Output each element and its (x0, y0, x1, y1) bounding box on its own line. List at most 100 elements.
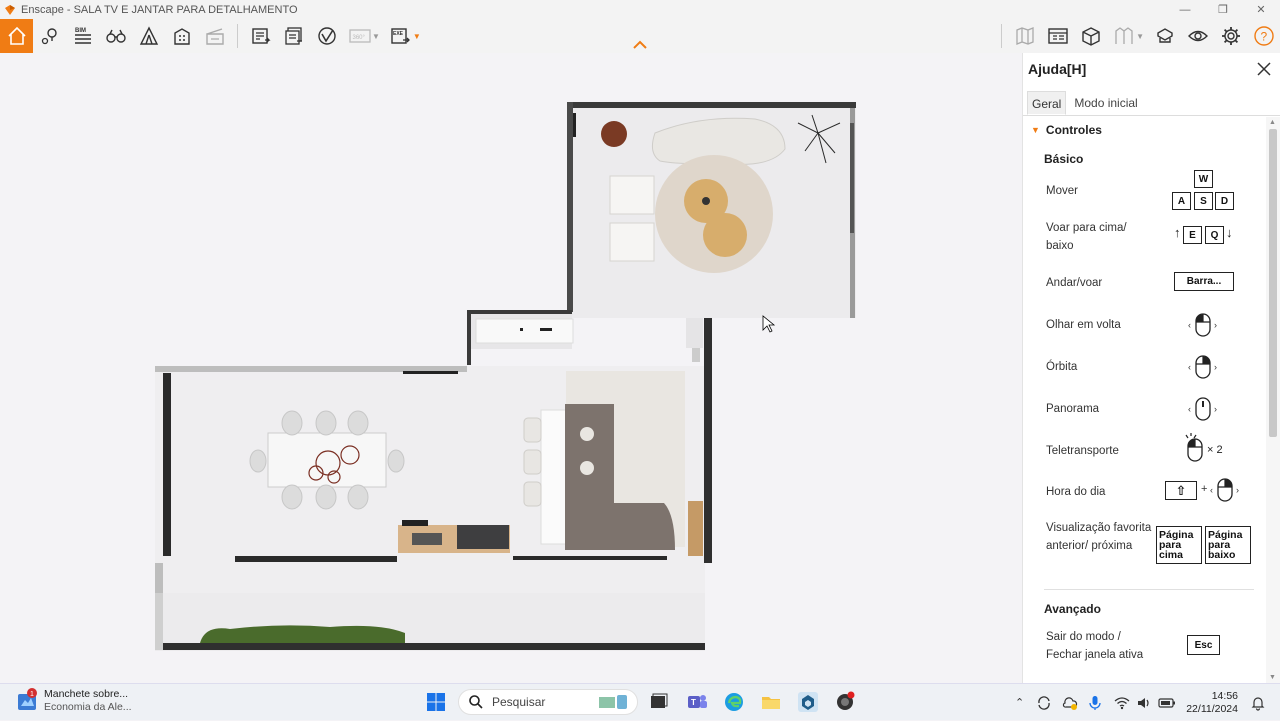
key-esc: Esc (1187, 635, 1220, 655)
news-widget[interactable]: 1 Manchete sobre... Economia da Ale... (16, 688, 132, 714)
taskbar-search[interactable]: Pesquisar (458, 689, 638, 715)
tab-geral[interactable]: Geral (1027, 91, 1067, 115)
bim-button[interactable]: BIM (66, 19, 99, 53)
material-icon (1156, 28, 1173, 43)
key-e: E (1183, 226, 1202, 244)
clapper-icon (205, 28, 224, 45)
key-shift: ⇧ (1165, 481, 1197, 500)
home-icon (7, 26, 26, 45)
mouse-double-click-icon (1185, 433, 1203, 462)
close-icon[interactable] (1256, 61, 1272, 77)
collapse-toolbar-arrow-icon[interactable] (632, 40, 648, 50)
tray-overflow-chevron-icon[interactable]: ⌃ (1015, 696, 1024, 709)
svg-text:›: › (1214, 320, 1217, 330)
wifi-icon[interactable] (1114, 695, 1130, 711)
row-label-andar: Andar/voar (1046, 277, 1103, 289)
row-label-teletransporte: Teletransporte (1046, 445, 1119, 457)
key-w: W (1194, 170, 1213, 188)
cloud-warning-icon[interactable] (1062, 695, 1078, 711)
task-view-icon[interactable] (647, 691, 669, 713)
arrow-down-icon: ↓ (1226, 225, 1233, 240)
row-label-voar: Voar para cima/ baixo (1046, 222, 1127, 252)
eye-icon (1187, 30, 1208, 42)
views-icon (1114, 27, 1133, 44)
search-icon (469, 695, 483, 709)
subsection-basico: Básico (1044, 152, 1084, 166)
cube-button[interactable] (1074, 19, 1107, 53)
home-button[interactable] (0, 19, 33, 53)
exe-export-icon: EXE (391, 28, 411, 44)
windows-start-icon[interactable] (425, 691, 447, 713)
section-controles[interactable]: ▼ Controles (1031, 123, 1102, 137)
news-title: Manchete sobre... (44, 688, 129, 700)
row-label-hora-do-dia: Hora do dia (1046, 486, 1106, 498)
mouse-cursor-icon (762, 315, 776, 333)
screenshot-export-button[interactable] (244, 19, 277, 53)
clock-date: 22/11/2024 (1186, 702, 1238, 715)
screenshot-export-icon (251, 28, 271, 44)
double-click-multiplier: × 2 (1207, 444, 1223, 456)
tent-button[interactable] (132, 19, 165, 53)
render-viewport[interactable] (0, 53, 1022, 683)
vr-export-button[interactable] (310, 19, 343, 53)
key-q: Q (1205, 226, 1224, 244)
batch-export-button[interactable] (277, 19, 310, 53)
close-window-button[interactable]: ✕ (1242, 0, 1280, 19)
toolbar-separator (237, 24, 238, 48)
svg-text:360°: 360° (352, 35, 365, 41)
views-dropdown-caret[interactable]: ▼ (1136, 32, 1144, 41)
material-button[interactable] (1148, 19, 1181, 53)
volume-icon[interactable] (1136, 695, 1152, 711)
clapper-button[interactable] (198, 19, 231, 53)
panorama-360-icon: 360° (348, 29, 371, 43)
mouse-left-icon: ‹ › (1188, 313, 1217, 337)
visual-settings-button[interactable] (1181, 19, 1214, 53)
file-explorer-icon[interactable] (760, 691, 782, 713)
help-button[interactable]: ? (1247, 19, 1280, 53)
toolbar-separator-right (1001, 24, 1003, 48)
maximize-button[interactable]: ❐ (1204, 0, 1242, 19)
scroll-up-arrow-icon[interactable]: ▲ (1269, 119, 1276, 126)
clock[interactable]: 14:56 22/11/2024 (1186, 690, 1238, 716)
key-d: D (1215, 192, 1234, 210)
panorama-dropdown-caret[interactable]: ▼ (372, 32, 380, 41)
floor-plan-render (155, 102, 856, 651)
binoculars-button[interactable] (99, 19, 132, 53)
location-button[interactable] (33, 19, 66, 53)
map-icon (1015, 27, 1034, 45)
exe-dropdown-caret[interactable]: ▼ (413, 32, 421, 41)
mouse-right-icon: ‹ › (1188, 355, 1217, 379)
binoculars-icon (105, 29, 126, 43)
map-button[interactable] (1008, 19, 1041, 53)
enscape-taskbar-icon[interactable] (797, 691, 819, 713)
sketchup-icon[interactable] (834, 691, 856, 713)
svg-text:›: › (1236, 485, 1239, 495)
gear-icon (1221, 27, 1240, 45)
teams-icon[interactable]: T (686, 691, 708, 713)
scrollbar-thumb[interactable] (1269, 129, 1277, 437)
minimize-button[interactable]: — (1166, 0, 1204, 19)
mouse-middle-icon: ‹ › (1188, 397, 1217, 421)
help-icon: ? (1253, 26, 1274, 46)
sync-icon[interactable] (1036, 695, 1052, 711)
tab-modo-inicial[interactable]: Modo inicial (1070, 91, 1141, 115)
microphone-icon[interactable] (1088, 695, 1102, 711)
svg-text:1: 1 (30, 691, 34, 698)
help-scrollbar[interactable]: ▲ ▼ (1266, 117, 1280, 683)
asset-library-icon (1047, 28, 1068, 44)
key-s: S (1194, 192, 1213, 210)
svg-text:‹: ‹ (1188, 320, 1191, 330)
notification-bell-icon[interactable] (1250, 695, 1266, 711)
settings-button[interactable] (1214, 19, 1247, 53)
battery-icon[interactable] (1158, 695, 1176, 711)
system-tray: ⌃ 14:56 22/11/2024 (1015, 684, 1280, 721)
window-title: Enscape - SALA TV E JANTAR PARA DETALHAM… (21, 3, 298, 16)
help-content[interactable]: ▼ Controles Básico Mover W A S D Voar pa… (1023, 117, 1265, 683)
scroll-down-arrow-icon[interactable]: ▼ (1269, 674, 1276, 681)
key-a: A (1172, 192, 1191, 210)
asset-library-button[interactable] (1041, 19, 1074, 53)
section-controles-label: Controles (1045, 123, 1102, 137)
svg-text:›: › (1214, 362, 1217, 372)
edge-browser-icon[interactable] (723, 691, 745, 713)
building-button[interactable] (165, 19, 198, 53)
